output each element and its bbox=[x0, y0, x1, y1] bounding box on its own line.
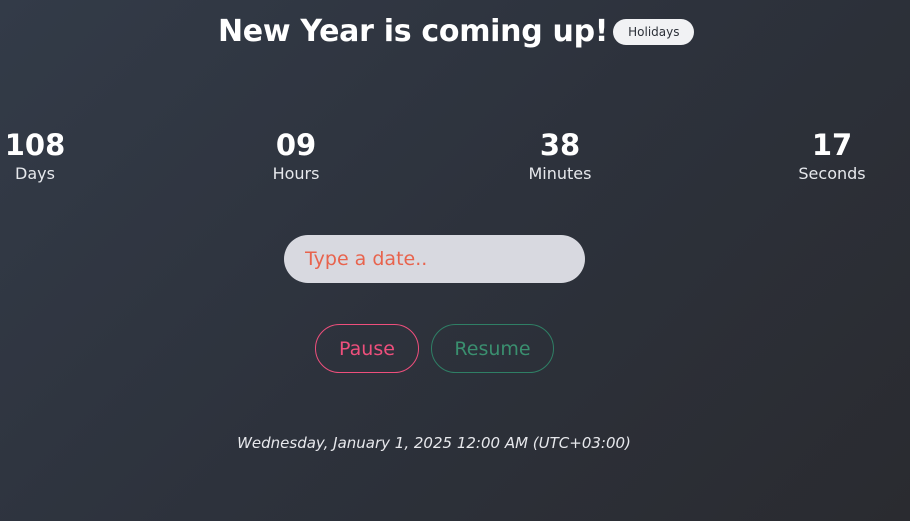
seconds-value: 17 bbox=[811, 128, 853, 162]
minutes-label: Minutes bbox=[528, 164, 592, 183]
minutes-value: 38 bbox=[539, 128, 581, 162]
header: New Year is coming up! Holidays bbox=[218, 14, 695, 49]
hours-value: 09 bbox=[275, 128, 317, 162]
holidays-badge-button[interactable]: Holidays bbox=[613, 18, 695, 45]
pause-button[interactable]: Pause bbox=[315, 324, 419, 373]
target-date-text: Wednesday, January 1, 2025 12:00 AM (UTC… bbox=[237, 434, 631, 452]
countdown-minutes: 38 Minutes bbox=[500, 126, 620, 184]
days-label: Days bbox=[15, 164, 55, 183]
date-input[interactable] bbox=[284, 235, 585, 283]
countdown-days: 108 Days bbox=[0, 126, 95, 184]
resume-button[interactable]: Resume bbox=[431, 324, 554, 373]
hours-label: Hours bbox=[272, 164, 320, 183]
seconds-label: Seconds bbox=[798, 164, 866, 183]
days-value: 108 bbox=[4, 128, 66, 162]
page-title: New Year is coming up! bbox=[218, 14, 609, 49]
countdown-seconds: 17 Seconds bbox=[772, 126, 892, 184]
countdown-hours: 09 Hours bbox=[236, 126, 356, 184]
